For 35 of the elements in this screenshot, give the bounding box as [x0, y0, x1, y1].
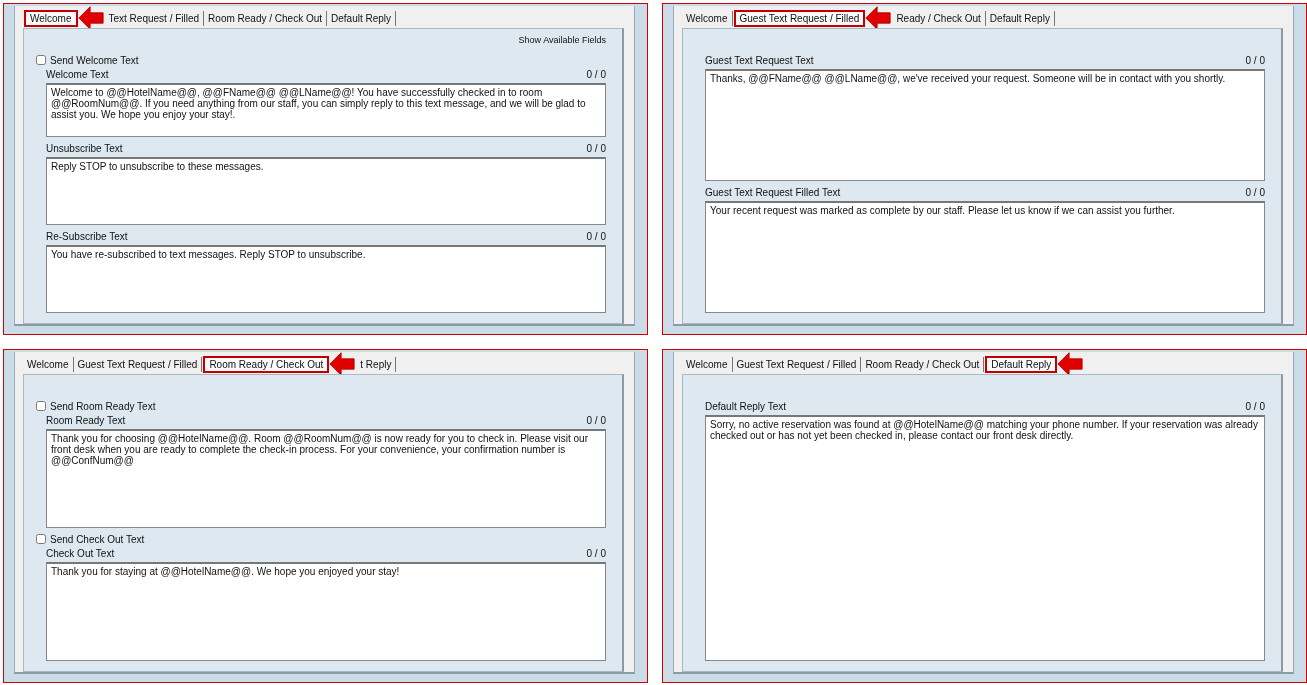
show-fields-link[interactable]: Show Available Fields: [518, 35, 606, 49]
message-field[interactable]: You have re-subscribed to text messages. Reply STOP to unsubscribe.: [46, 245, 606, 313]
tab[interactable]: Room Ready / Check Out: [204, 356, 329, 372]
tab[interactable]: Welcome: [25, 10, 77, 26]
tab[interactable]: Default Reply: [986, 356, 1057, 372]
character-counter: 0 / 0: [586, 415, 606, 426]
checkbox-label: Send Check Out Text: [50, 533, 145, 545]
message-field[interactable]: Sorry, no active reservation was found at @@HotelName@@ matching your phone number. If your reservation was already checked out or has not yet been checked in, please contact our front desk directly.: [705, 415, 1265, 661]
message-field[interactable]: Your recent request was marked as complete by our staff. Please let us know if we can assist you further.: [705, 201, 1265, 313]
tab[interactable]: Guest Text Request / Filled: [734, 10, 865, 26]
character-counter: 0 / 0: [586, 231, 606, 242]
character-counter: 0 / 0: [1245, 55, 1265, 66]
field-label: Guest Text Request Filled Text: [705, 187, 841, 198]
character-counter: 0 / 0: [1245, 401, 1265, 412]
field-label: Room Ready Text: [46, 415, 126, 426]
message-field[interactable]: Thank you for choosing @@HotelName@@. Room @@RoomNum@@ is now ready for you to check in. Please visit our front desk when you are ready to complete the check-in process. For your convenience, your confirmation number is @@ConfNum@@: [46, 429, 606, 528]
message-field[interactable]: Thanks, @@FName@@ @@LName@@, we've received your request. Someone will be in contact with you shortly.: [705, 69, 1265, 181]
character-counter: 0 / 0: [586, 69, 606, 80]
message-field[interactable]: Welcome to @@HotelName@@, @@FName@@ @@LName@@! You have successfully checked in to room @@RoomNum@@. If you need anything from our staff, you can simply reply to this text message, and we will be glad to assist you. We hope you enjoy your stay!.: [46, 83, 606, 137]
field-label: Default Reply Text: [705, 401, 786, 412]
checkbox[interactable]: [36, 55, 46, 65]
field-label: Guest Text Request Text: [705, 55, 814, 66]
field-label: Welcome Text: [46, 69, 109, 80]
checkbox[interactable]: [36, 401, 46, 411]
field-label: Check Out Text: [46, 548, 115, 559]
field-label: Re-Subscribe Text: [46, 231, 128, 242]
field-label: Unsubscribe Text: [46, 143, 123, 154]
character-counter: 0 / 0: [586, 143, 606, 154]
character-counter: 0 / 0: [1245, 187, 1265, 198]
message-field[interactable]: Reply STOP to unsubscribe to these messages.: [46, 157, 606, 225]
message-field[interactable]: Thank you for staying at @@HotelName@@. We hope you enjoyed your stay!: [46, 562, 606, 661]
checkbox-label: Send Room Ready Text: [50, 400, 156, 412]
checkbox[interactable]: [36, 534, 46, 544]
character-counter: 0 / 0: [586, 548, 606, 559]
checkbox-label: Send Welcome Text: [50, 54, 139, 66]
